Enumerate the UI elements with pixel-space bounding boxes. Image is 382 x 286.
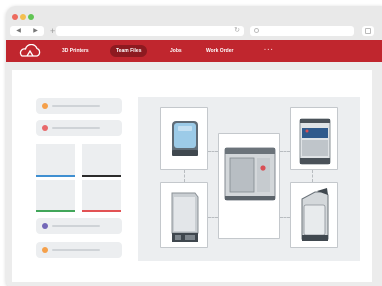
nav-jobs[interactable]: Jobs	[170, 45, 182, 57]
sidebar-list-item[interactable]	[36, 218, 122, 234]
device-diagram	[138, 97, 360, 261]
sidebar-list-item[interactable]	[36, 120, 122, 136]
placeholder-text	[52, 105, 100, 107]
connector-line	[280, 217, 290, 218]
status-dot-icon	[42, 125, 48, 131]
placeholder-text	[52, 127, 100, 129]
tile-stripe	[36, 210, 75, 212]
placeholder-text	[52, 249, 100, 251]
file-tile[interactable]	[82, 180, 121, 212]
close-window-button[interactable]	[12, 14, 18, 20]
tile-stripe	[82, 210, 121, 212]
maximize-window-button[interactable]	[28, 14, 34, 20]
device-card-filament-box[interactable]	[160, 182, 208, 248]
app-navbar: 3D Printers Team Files Jobs Work Order ·…	[6, 40, 382, 62]
main-content	[12, 70, 372, 282]
nav-work-order[interactable]: Work Order	[206, 45, 233, 57]
back-icon[interactable]: ◀	[16, 26, 21, 36]
reload-icon[interactable]: ↻	[234, 26, 240, 36]
printer-cabinet-icon	[224, 147, 276, 201]
device-card-wash-station[interactable]	[290, 107, 338, 170]
sidebar-list-item[interactable]	[36, 242, 122, 258]
nav-team-files[interactable]: Team Files	[110, 45, 148, 57]
device-card-resin-printer[interactable]	[160, 107, 208, 170]
file-tile[interactable]	[36, 180, 75, 212]
sidebar-list-item[interactable]	[36, 98, 122, 114]
history-nav: ◀ ▶	[10, 26, 44, 36]
nav-more-icon[interactable]: ···	[264, 45, 274, 57]
placeholder-text	[52, 225, 100, 227]
search-icon	[254, 28, 259, 33]
connector-line	[208, 217, 218, 218]
address-bar[interactable]: ↻	[56, 26, 244, 36]
file-tile[interactable]	[36, 144, 75, 177]
browser-titlebar: ◀ ▶ + ↻	[6, 6, 382, 40]
device-card-center-printer[interactable]	[218, 133, 280, 239]
search-bar[interactable]	[250, 26, 354, 36]
extension-icon	[365, 28, 371, 34]
minimize-window-button[interactable]	[20, 14, 26, 20]
resin-printer-icon	[172, 121, 198, 156]
cloud-logo-icon[interactable]	[16, 44, 44, 58]
extension-button[interactable]	[362, 26, 374, 36]
connector-line	[312, 170, 313, 182]
connector-line	[208, 151, 218, 152]
file-tile[interactable]	[82, 144, 121, 177]
tile-stripe	[82, 175, 121, 177]
filament-box-icon	[171, 192, 199, 242]
forward-icon[interactable]: ▶	[33, 26, 38, 36]
status-dot-icon	[42, 103, 48, 109]
nav-3d-printers[interactable]: 3D Printers	[62, 45, 89, 57]
connector-line	[280, 151, 290, 152]
post-processor-icon	[301, 188, 329, 241]
browser-window: ◀ ▶ + ↻ 3D Printers Team Files Jobs Work…	[6, 6, 382, 286]
status-dot-icon	[42, 247, 48, 253]
connector-line	[184, 170, 185, 182]
wash-station-icon	[299, 118, 331, 165]
tile-stripe	[36, 175, 75, 177]
status-dot-icon	[42, 223, 48, 229]
device-card-post-processor[interactable]	[290, 182, 338, 248]
